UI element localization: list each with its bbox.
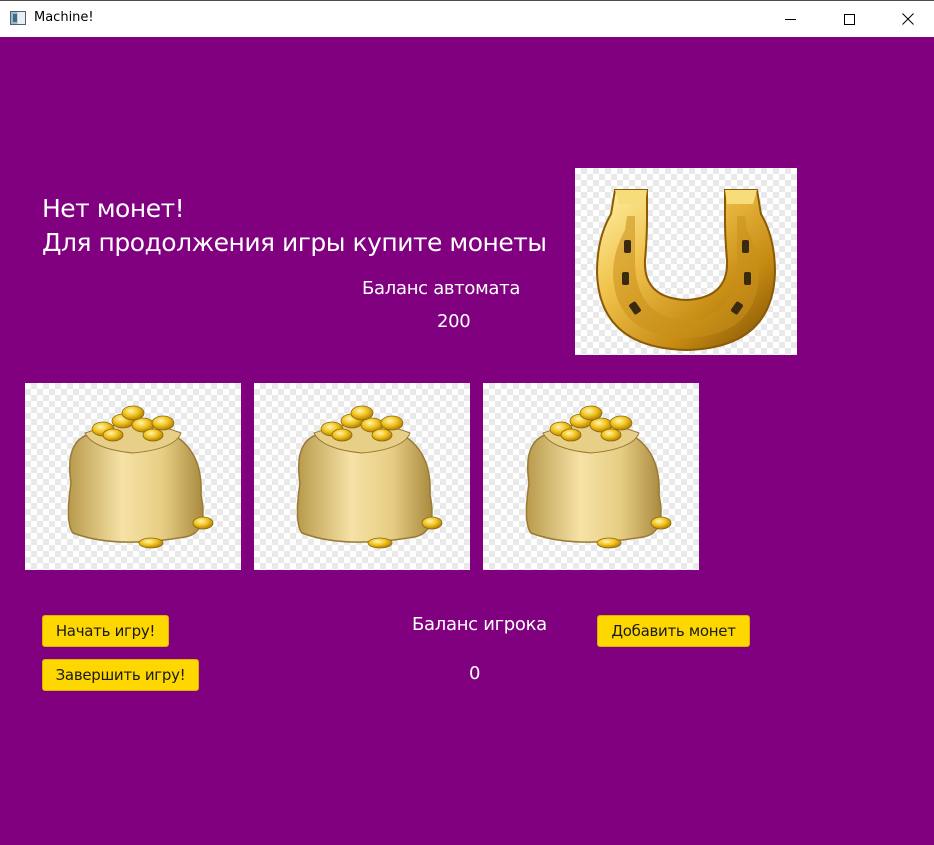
- coin-bag-icon: [296, 405, 443, 549]
- coin-bag-icon: [67, 405, 214, 549]
- horseshoe-image: [575, 168, 797, 355]
- message-line-1: Нет монет!: [42, 194, 185, 223]
- app-window: Machine! Нет монет! Для продолжения игры…: [0, 0, 934, 845]
- maximize-button[interactable]: [826, 1, 872, 37]
- close-icon: [902, 13, 914, 25]
- game-area: Нет монет! Для продолжения игры купите м…: [0, 37, 934, 845]
- close-button[interactable]: [885, 1, 931, 37]
- window-title: Machine!: [34, 10, 94, 25]
- message-line-2: Для продолжения игры купите монеты: [42, 228, 547, 257]
- end-game-button[interactable]: Завершить игру!: [42, 659, 199, 691]
- player-balance-value: 0: [469, 663, 481, 684]
- coin-bag-icon: [525, 405, 672, 549]
- reel-1: [25, 383, 241, 570]
- start-game-button[interactable]: Начать игру!: [42, 615, 169, 647]
- machine-balance-value: 200: [437, 311, 471, 332]
- horseshoe-icon: [595, 189, 777, 352]
- reel-3: [483, 383, 699, 570]
- maximize-icon: [843, 13, 855, 25]
- minimize-button[interactable]: [767, 1, 813, 37]
- app-icon: [10, 11, 26, 25]
- status-message: Нет монет! Для продолжения игры купите м…: [42, 192, 547, 260]
- player-balance-label: Баланс игрока: [412, 614, 547, 635]
- add-coins-button[interactable]: Добавить монет: [597, 615, 750, 647]
- reel-2: [254, 383, 470, 570]
- machine-balance-label: Баланс автомата: [362, 278, 521, 299]
- minimize-icon: [784, 18, 796, 20]
- title-bar[interactable]: Machine!: [0, 0, 934, 37]
